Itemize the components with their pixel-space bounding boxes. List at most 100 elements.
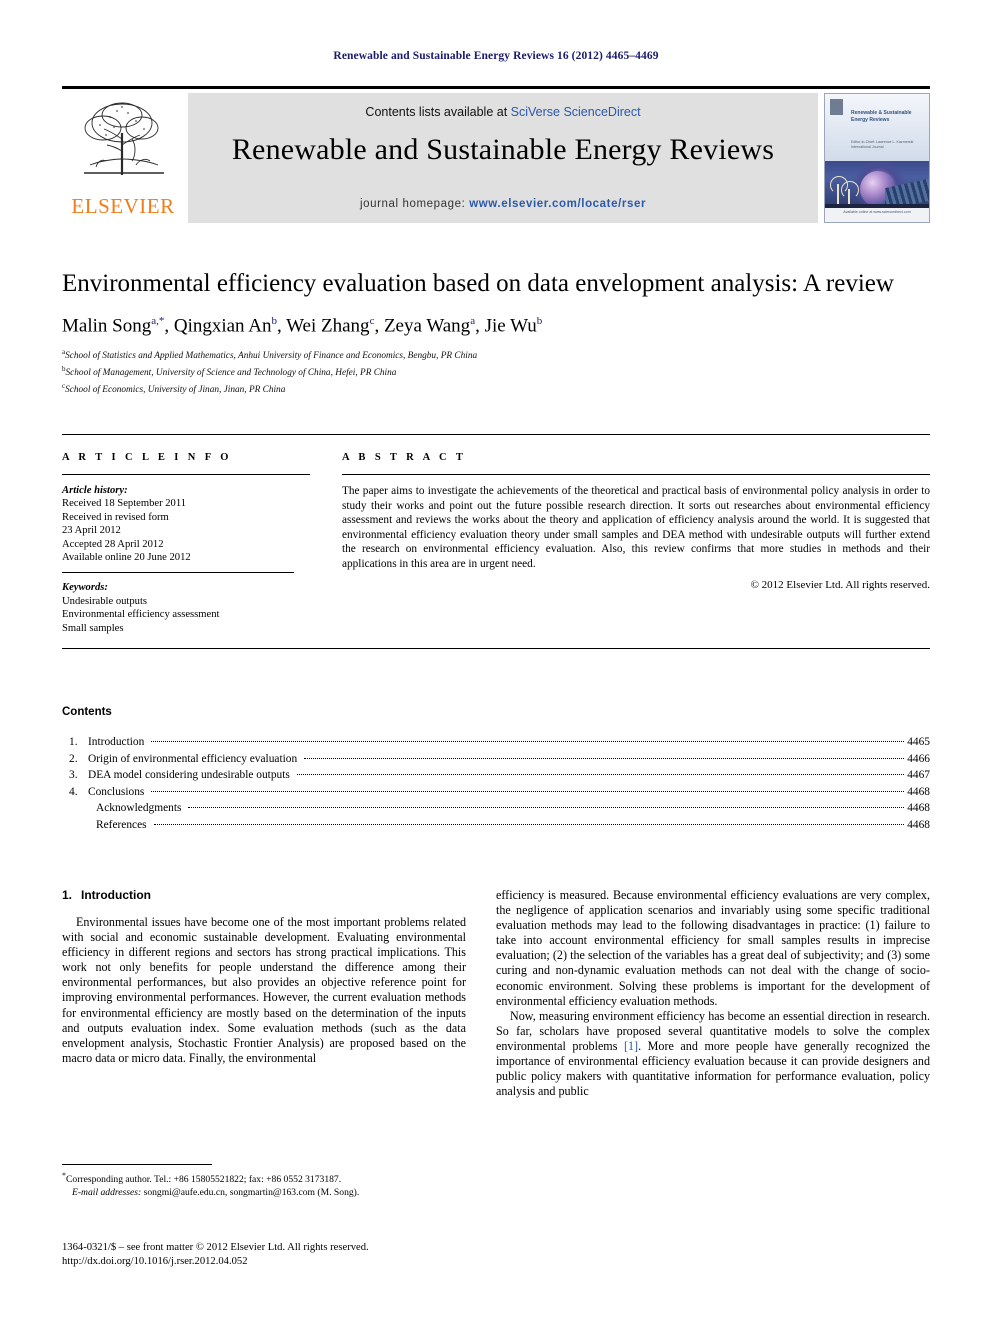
cover-footer-text: Available online at www.sciencedirect.co…	[843, 210, 911, 214]
section-title: Introduction	[81, 888, 151, 902]
abstract-rule	[342, 474, 930, 475]
article-info-rule	[62, 474, 310, 475]
body-column-left: 1. Introduction Environmental issues have…	[62, 888, 466, 1066]
toc-number: 4.	[69, 785, 78, 798]
cover-publisher-badge-icon	[830, 99, 843, 115]
toc-page: 4468	[907, 785, 930, 798]
email-addresses[interactable]: songmi@aufe.edu.cn, songmartin@163.com (…	[144, 1187, 360, 1198]
email-note: E-mail addresses: songmi@aufe.edu.cn, so…	[62, 1187, 466, 1199]
citation-link[interactable]: [1]	[624, 1039, 638, 1053]
keyword-item: Small samples	[62, 622, 124, 634]
paragraph: Environmental issues have become one of …	[62, 915, 466, 1065]
article-info-column: A R T I C L E I N F O Article history: R…	[62, 452, 310, 635]
section-number: 1.	[62, 888, 73, 902]
toc-number: 2.	[69, 752, 78, 765]
section-heading-introduction: 1. Introduction	[62, 888, 466, 902]
contents-heading: Contents	[62, 706, 112, 718]
toc-row[interactable]: References 4468	[62, 817, 930, 834]
abstract-column: A B S T R A C T The paper aims to invest…	[342, 452, 930, 591]
affiliation-item: cSchool of Economics, University of Jina…	[62, 380, 930, 397]
article-history-label: Article history:	[62, 485, 128, 496]
doi-link[interactable]: http://dx.doi.org/10.1016/j.rser.2012.04…	[62, 1255, 502, 1269]
email-label: E-mail addresses:	[72, 1186, 142, 1198]
corresponding-author-note: *Corresponding author. Tel.: +86 1580552…	[62, 1170, 466, 1187]
toc-label[interactable]: Introduction	[88, 734, 148, 751]
elsevier-wordmark: ELSEVIER	[71, 194, 175, 218]
running-head: Renewable and Sustainable Energy Reviews…	[333, 50, 659, 62]
article-history-item: Accepted 28 April 2012	[62, 538, 164, 550]
toc-row[interactable]: 1. Introduction 4465	[62, 734, 930, 751]
contents-section: Contents 1. Introduction 4465 2. Origin …	[62, 706, 930, 834]
affiliation-list: aSchool of Statistics and Applied Mathem…	[62, 346, 930, 396]
page-footer: 1364-0321/$ – see front matter © 2012 El…	[62, 1241, 502, 1268]
cover-wind-turbine-icon	[830, 176, 849, 206]
toc-label[interactable]: Acknowledgments	[88, 800, 185, 817]
toc-row[interactable]: Acknowledgments 4468	[62, 800, 930, 817]
toc-label[interactable]: Conclusions	[88, 784, 148, 801]
cover-title: Renewable & Sustainable Energy Reviews	[851, 110, 912, 123]
toc-label[interactable]: DEA model considering undesirable output…	[88, 767, 294, 784]
article-history-item: 23 April 2012	[62, 525, 121, 537]
masthead-banner: Contents lists available at SciVerse Sci…	[188, 93, 818, 223]
elsevier-tree-icon	[70, 95, 176, 187]
keyword-item: Undesirable outputs	[62, 595, 148, 607]
toc-page: 4467	[907, 769, 930, 782]
contents-available-prefix: Contents lists available at	[365, 105, 511, 119]
affiliation-item: bSchool of Management, University of Sci…	[62, 363, 930, 380]
journal-cover-thumbnail: Renewable & Sustainable Energy Reviews E…	[824, 93, 930, 223]
abstract-text: The paper aims to investigate the achiev…	[342, 485, 930, 570]
toc-row[interactable]: 4. Conclusions 4468	[62, 784, 930, 801]
toc-dot-leader	[188, 807, 905, 809]
article-info-heading: A R T I C L E I N F O	[62, 452, 232, 463]
article-title: Environmental efficiency evaluation base…	[62, 270, 894, 297]
affiliation-item: aSchool of Statistics and Applied Mathem…	[62, 346, 930, 363]
footnote-rule	[62, 1164, 212, 1165]
keywords-rule	[62, 572, 294, 574]
affiliation-text: School of Management, University of Scie…	[65, 368, 397, 379]
toc-number: 3.	[69, 769, 78, 782]
toc-label[interactable]: Origin of environmental efficiency evalu…	[88, 751, 301, 768]
journal-homepage-line: journal homepage: www.elsevier.com/locat…	[188, 198, 818, 210]
abstract-heading: A B S T R A C T	[342, 452, 467, 463]
issn-copyright-line: 1364-0321/$ – see front matter © 2012 El…	[62, 1242, 369, 1253]
cover-wind-turbine-icon	[840, 180, 859, 206]
toc-label[interactable]: References	[88, 817, 151, 834]
toc-dot-leader	[153, 823, 905, 825]
keywords-block: Keywords: Undesirable outputs Environmen…	[62, 581, 310, 635]
keywords-label: Keywords:	[62, 582, 108, 594]
toc-dot-leader	[151, 790, 905, 792]
article-history-item: Available online 20 June 2012	[62, 552, 191, 564]
journal-homepage-link[interactable]: www.elsevier.com/locate/rser	[469, 198, 646, 210]
article-title-block: Environmental efficiency evaluation base…	[62, 268, 930, 396]
toc-dot-leader	[304, 757, 905, 759]
paragraph: efficiency is measured. Because environm…	[496, 888, 930, 1008]
keyword-item: Environmental efficiency assessment	[62, 609, 220, 621]
info-top-rule	[62, 434, 930, 435]
author-list: Malin Songa,*, Qingxian Anb, Wei Zhangc,…	[62, 315, 543, 337]
info-bottom-rule	[62, 648, 930, 649]
elsevier-logo: ELSEVIER	[62, 93, 184, 223]
toc-row[interactable]: 3. DEA model considering undesirable out…	[62, 767, 930, 784]
journal-masthead: ELSEVIER Contents lists available at Sci…	[62, 86, 930, 223]
article-history-item: Received in revised form	[62, 511, 169, 523]
journal-title: Renewable and Sustainable Energy Reviews	[231, 133, 775, 166]
sciencedirect-link[interactable]: SciVerse ScienceDirect	[511, 105, 641, 119]
toc-dot-leader	[151, 741, 905, 742]
toc-dot-leader	[296, 774, 905, 776]
toc-row[interactable]: 2. Origin of environmental efficiency ev…	[62, 751, 930, 768]
cover-footer-band: Available online at www.sciencedirect.co…	[825, 208, 929, 222]
affiliation-text: School of Economics, University of Jinan…	[65, 384, 286, 395]
abstract-copyright: © 2012 Elsevier Ltd. All rights reserved…	[750, 578, 930, 591]
cover-photo	[825, 160, 929, 208]
toc-page: 4465	[907, 736, 930, 748]
article-history: Article history: Received 18 September 2…	[62, 484, 310, 564]
paragraph: Now, measuring environment efficiency ha…	[496, 1009, 930, 1100]
affiliation-text: School of Statistics and Applied Mathema…	[65, 351, 478, 362]
toc-page: 4468	[907, 802, 930, 815]
footnote-block: *Corresponding author. Tel.: +86 1580552…	[62, 1170, 466, 1199]
body-column-right: efficiency is measured. Because environm…	[496, 888, 930, 1099]
toc-page: 4468	[907, 818, 930, 831]
homepage-prefix: journal homepage:	[359, 198, 470, 210]
corresponding-author-text: Corresponding author. Tel.: +86 15805521…	[66, 1174, 342, 1186]
toc-page: 4466	[907, 752, 930, 765]
